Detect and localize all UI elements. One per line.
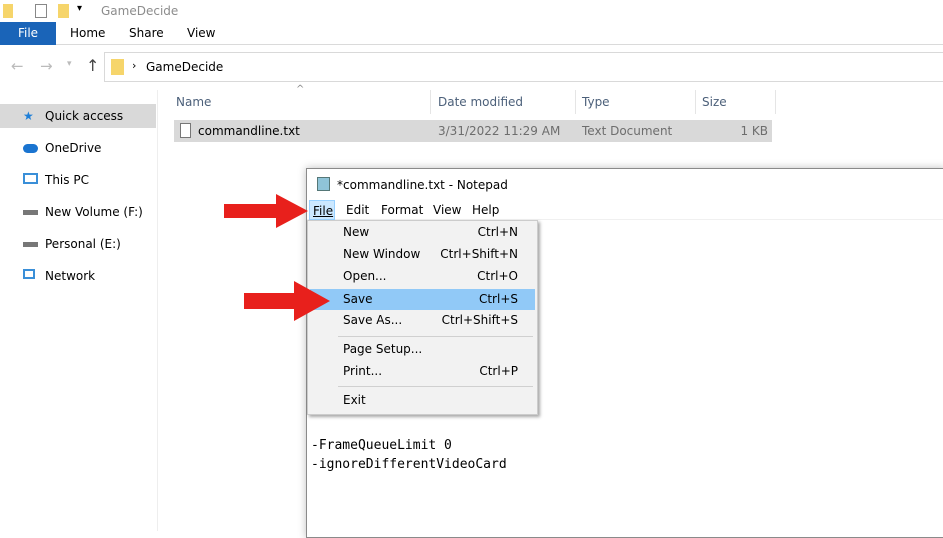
menu-item-shortcut: Ctrl+P — [479, 364, 518, 378]
chevron-right-icon[interactable]: › — [132, 59, 136, 72]
menu-item-new-window[interactable]: New Window Ctrl+Shift+N — [310, 244, 535, 265]
text-line: -ignoreDifferentVideoCard — [311, 457, 507, 472]
customize-toolbar-icon[interactable]: ▾ — [77, 3, 82, 14]
text-file-icon — [180, 123, 191, 138]
menu-item-label: Open... — [343, 269, 387, 283]
menu-item-label: Print... — [343, 364, 383, 378]
menu-item-label: New Window — [343, 247, 421, 261]
column-divider[interactable] — [575, 90, 576, 114]
menu-file[interactable]: File — [309, 200, 335, 220]
properties-icon[interactable] — [35, 4, 47, 18]
star-icon: ★ — [23, 109, 34, 123]
address-path[interactable]: GameDecide — [146, 60, 223, 74]
menu-item-save[interactable]: Save Ctrl+S — [310, 289, 535, 310]
menu-item-exit[interactable]: Exit — [310, 390, 535, 411]
menu-item-shortcut: Ctrl+N — [477, 225, 518, 239]
menu-item-label: Save As... — [343, 313, 403, 327]
drive-icon — [23, 210, 38, 215]
cloud-icon — [23, 144, 38, 153]
column-header-name[interactable]: Name — [176, 90, 211, 114]
back-button[interactable]: ← — [11, 57, 24, 75]
explorer-title-bar: ▾ GameDecide — [0, 0, 943, 22]
menu-item-shortcut: Ctrl+Shift+N — [440, 247, 518, 261]
column-divider[interactable] — [695, 90, 696, 114]
red-arrow-icon — [224, 194, 308, 228]
text-line: -FrameQueueLimit 0 — [311, 438, 452, 453]
file-type: Text Document — [582, 124, 673, 138]
menu-separator — [338, 336, 533, 337]
sidebar-item-network[interactable]: Network — [0, 264, 156, 288]
menu-item-label: Page Setup... — [343, 342, 423, 356]
menu-view[interactable]: View — [433, 200, 461, 220]
new-folder-icon[interactable] — [58, 4, 69, 18]
menu-item-label: Save — [343, 292, 373, 306]
menu-item-shortcut: Ctrl+S — [478, 292, 518, 306]
computer-icon — [23, 173, 38, 184]
folder-icon — [111, 59, 124, 75]
menu-separator — [338, 386, 533, 387]
up-button[interactable]: ↑ — [86, 56, 99, 75]
column-header-date-modified[interactable]: Date modified — [438, 90, 523, 114]
sidebar-item-new-volume[interactable]: New Volume (F:) — [0, 200, 156, 224]
tab-share[interactable]: Share — [129, 22, 164, 45]
file-menu-dropdown: New Ctrl+N New Window Ctrl+Shift+N Open...… — [307, 220, 538, 415]
menu-format[interactable]: Format — [381, 200, 423, 220]
menu-item-new[interactable]: New Ctrl+N — [310, 222, 535, 243]
folder-icon — [3, 4, 13, 18]
menu-edit[interactable]: Edit — [346, 200, 369, 220]
column-divider[interactable] — [430, 90, 431, 114]
drive-icon — [23, 242, 38, 247]
ribbon-tabs: File Home Share View — [0, 22, 943, 45]
sidebar-item-this-pc[interactable]: This PC — [0, 168, 156, 192]
file-name: commandline.txt — [198, 124, 300, 138]
sort-ascending-icon: ^ — [296, 84, 305, 95]
menu-item-label: New — [343, 225, 370, 239]
column-header-type[interactable]: Type — [582, 90, 610, 114]
forward-button[interactable]: → — [40, 57, 53, 75]
notepad-icon — [317, 177, 330, 191]
tab-home[interactable]: Home — [70, 22, 105, 45]
tab-file[interactable]: File — [0, 22, 56, 45]
menu-bar: File Edit Format View Help — [307, 200, 943, 220]
menu-item-shortcut: Ctrl+Shift+S — [441, 313, 518, 327]
address-bar[interactable]: › GameDecide — [104, 52, 943, 82]
text-editor[interactable]: -FrameQueueLimit 0 -ignoreDifferentVideoC… — [311, 436, 507, 474]
column-header-size[interactable]: Size — [702, 90, 727, 114]
file-size: 1 KB — [740, 124, 768, 138]
navigation-pane: ★ Quick access OneDrive This PC New Volum… — [0, 90, 158, 531]
notepad-title: *commandline.txt - Notepad — [337, 178, 508, 192]
recent-locations-icon[interactable]: ▾ — [67, 59, 72, 69]
menu-help[interactable]: Help — [472, 200, 499, 220]
menu-item-print[interactable]: Print... Ctrl+P — [310, 361, 535, 382]
window-title: GameDecide — [101, 4, 179, 18]
menu-item-save-as[interactable]: Save As... Ctrl+Shift+S — [310, 310, 535, 331]
menu-item-open[interactable]: Open... Ctrl+O — [310, 266, 535, 287]
sidebar-item-quick-access[interactable]: ★ Quick access — [0, 104, 156, 128]
sidebar-item-personal[interactable]: Personal (E:) — [0, 232, 156, 256]
menu-item-page-setup[interactable]: Page Setup... — [310, 339, 535, 360]
sidebar-item-onedrive[interactable]: OneDrive — [0, 136, 156, 160]
menu-item-label: Exit — [343, 393, 366, 407]
file-row[interactable]: commandline.txt 3/31/2022 11:29 AM Text … — [174, 120, 772, 142]
red-arrow-icon — [244, 281, 330, 321]
network-icon — [23, 269, 35, 279]
file-date: 3/31/2022 11:29 AM — [438, 124, 561, 138]
column-divider[interactable] — [775, 90, 776, 114]
tab-view[interactable]: View — [187, 22, 215, 45]
menu-item-shortcut: Ctrl+O — [477, 269, 518, 283]
